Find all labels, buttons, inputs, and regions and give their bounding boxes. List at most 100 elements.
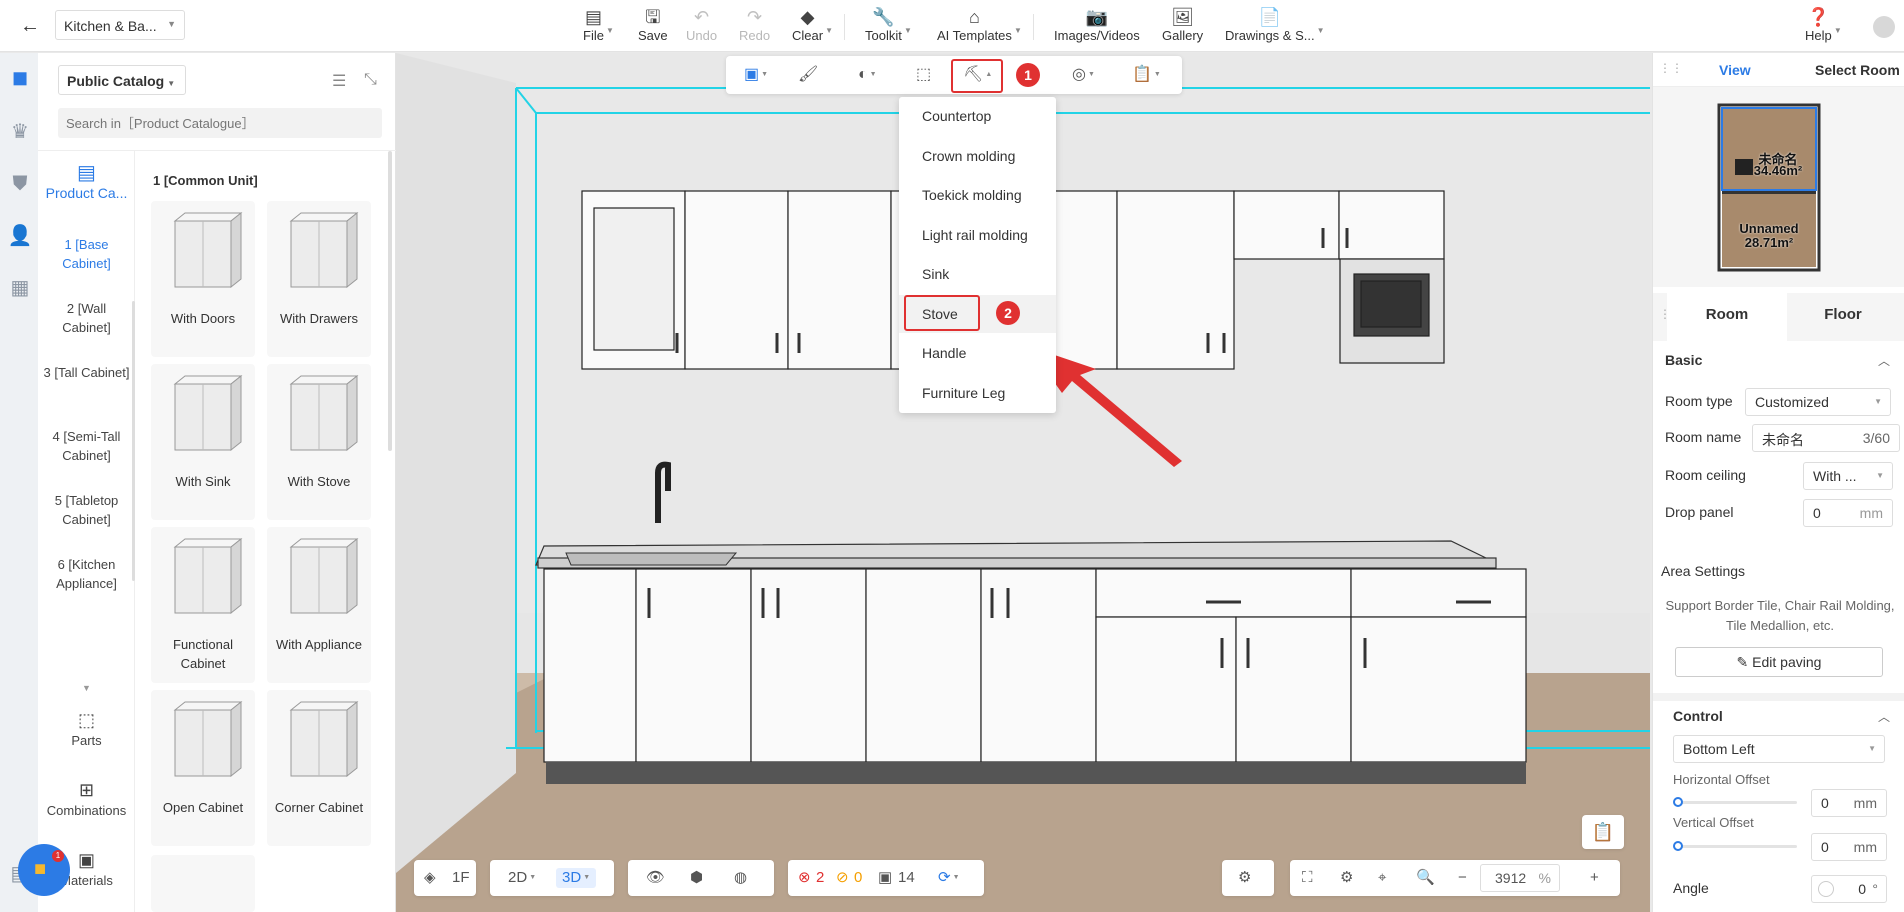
product-card[interactable]: With Doors	[151, 201, 255, 357]
menu-item-handle[interactable]: Handle	[899, 334, 1056, 372]
room-type-select[interactable]: Customized ▼	[1745, 388, 1891, 416]
menu-item-crown-molding[interactable]: Crown molding	[899, 137, 1056, 175]
menu-item-countertop[interactable]: Countertop	[899, 97, 1056, 135]
slider-knob[interactable]	[1673, 841, 1683, 851]
gallery-button[interactable]: 🖼 Gallery	[1162, 6, 1203, 43]
clipboard-panel-icon[interactable]: 📋	[1582, 815, 1624, 849]
category-item[interactable]: 1 [Base Cabinet]	[38, 233, 135, 297]
undo-button[interactable]: ↶ Undo	[686, 6, 717, 43]
collapse-icon[interactable]: ⤡	[364, 71, 377, 89]
tab-product-catalogue[interactable]: ▤ Product Ca...	[38, 161, 135, 201]
drop-panel-input[interactable]: 0 mm	[1803, 499, 1893, 527]
v-offset-input[interactable]: 0 mm	[1811, 833, 1887, 861]
file-button[interactable]: ▤ File ▼	[583, 6, 614, 43]
cabinet-icon[interactable]: ▦	[7, 275, 33, 301]
parts-button[interactable]: ⬚ Parts	[38, 709, 135, 748]
more-down-icon[interactable]: ▼	[38, 683, 135, 693]
help-button[interactable]: ❓ Help ▼	[1805, 6, 1842, 43]
anchor-select[interactable]: Bottom Left ▼	[1673, 735, 1885, 763]
product-card[interactable]: With Stove	[267, 364, 371, 520]
room-ceiling-select[interactable]: With ... ▼	[1803, 462, 1893, 490]
tab-select-room[interactable]: Select Room	[1815, 62, 1900, 78]
nav-scrollbar[interactable]	[132, 301, 135, 581]
product-card[interactable]: With Sink	[151, 364, 255, 520]
redo-button[interactable]: ↷ Redo	[739, 6, 770, 43]
chevron-down-icon: ▼	[606, 26, 614, 35]
combinations-button[interactable]: ⊞ Combinations	[38, 779, 135, 818]
settings-toggle[interactable]: ⚙	[1222, 860, 1274, 896]
product-card[interactable]: With Appliance	[267, 527, 371, 683]
catalog-scrollbar[interactable]	[388, 151, 392, 451]
mode-2d-button[interactable]: 2D ▼	[508, 868, 536, 888]
focus-icon[interactable]: ⌖	[1378, 868, 1386, 888]
back-arrow-icon[interactable]: ←	[14, 12, 46, 40]
select-tool-button[interactable]: ▣ ▼	[744, 64, 768, 86]
category-item[interactable]: 5 [Tabletop Cabinet]	[38, 489, 135, 553]
chevron-up-icon[interactable]: ︿	[1878, 352, 1890, 369]
floorplan-minimap[interactable]: 未命名 34.46m² Unnamed 28.71m²	[1653, 87, 1904, 287]
vip-shield-icon[interactable]: ⛊	[7, 171, 33, 197]
drawings-button[interactable]: 📄 Drawings & S... ▼	[1225, 6, 1325, 43]
eye-icon[interactable]: 👁	[646, 868, 665, 888]
target-tool-button[interactable]: ◎ ▼	[1072, 64, 1095, 86]
cube-icon[interactable]: ⬢	[690, 868, 703, 888]
product-card[interactable]: Corner Cabinet	[267, 690, 371, 846]
view-settings-icon[interactable]: ⚙	[1340, 868, 1353, 888]
sync-icon[interactable]: ⟳ ▼	[938, 868, 960, 888]
slider-knob[interactable]	[1673, 797, 1683, 807]
h-offset-input[interactable]: 0 mm	[1811, 789, 1887, 817]
tab-floor[interactable]: Floor	[1783, 293, 1903, 341]
tab-room[interactable]: Room	[1667, 293, 1787, 341]
crown-icon[interactable]: ♛	[7, 119, 33, 145]
category-item[interactable]: 6 [Kitchen Appliance]	[38, 553, 135, 617]
user-icon[interactable]: 👤	[7, 223, 33, 249]
ai-templates-button[interactable]: ⌂ AI Templates ▼	[937, 6, 1022, 43]
floor-selector[interactable]: ◈ 1F	[414, 860, 476, 896]
zoom-search-icon[interactable]: 🔍	[1416, 868, 1435, 888]
h-offset-slider[interactable]	[1673, 797, 1797, 807]
zoom-in-icon[interactable]: +	[1590, 868, 1599, 888]
product-card[interactable]: With Drawers	[267, 201, 371, 357]
angle-input[interactable]: 0 °	[1811, 875, 1887, 903]
group-select-button[interactable]: ⬚	[916, 64, 931, 86]
save-button[interactable]: 🖫 Save	[638, 6, 668, 43]
category-item[interactable]: 2 [Wall Cabinet]	[38, 297, 135, 361]
catalog-icon[interactable]: ◼	[7, 65, 33, 91]
menu-item-light-rail-molding[interactable]: Light rail molding	[899, 216, 1056, 254]
chevron-up-icon[interactable]: ︿	[1878, 708, 1890, 725]
gauge-icon[interactable]: ◍	[734, 868, 747, 888]
zoom-out-icon[interactable]: −	[1458, 868, 1467, 888]
menu-item-toekick-molding[interactable]: Toekick molding	[899, 176, 1056, 214]
document-title-select[interactable]: Kitchen & Ba... ▼	[55, 10, 185, 40]
drag-handle-icon[interactable]: ⋮⋮	[1659, 61, 1683, 75]
avatar[interactable]	[1873, 16, 1895, 38]
status-bar[interactable]: ⊗ 2 ⊘ 0 ▣ 14 ⟳ ▼	[788, 860, 984, 896]
product-card[interactable]: Functional Cabinet	[151, 527, 255, 683]
chevron-down-icon: ▼	[167, 19, 176, 29]
clear-button[interactable]: ◆ Clear ▼	[792, 6, 833, 43]
angle-dial-icon[interactable]	[1818, 881, 1834, 897]
catalog-source-select[interactable]: Public Catalog ▼	[58, 65, 186, 95]
zoom-input[interactable]: 3912 %	[1480, 864, 1560, 892]
paint-roller-button[interactable]: 🖌	[798, 64, 818, 86]
images-videos-button[interactable]: 📷 Images/Videos	[1054, 6, 1140, 43]
catalog-search-input[interactable]	[58, 108, 382, 138]
tab-view[interactable]: View	[1719, 62, 1751, 78]
room-name-input[interactable]: 未命名 3/60	[1752, 424, 1900, 452]
mode-3d-button[interactable]: 3D ▼	[556, 868, 597, 889]
product-card[interactable]	[151, 855, 255, 912]
toolkit-button[interactable]: 🔧 Toolkit ▼	[865, 6, 912, 43]
product-card[interactable]: Open Cabinet	[151, 690, 255, 846]
material-palette-button[interactable]: ◐ ▼	[858, 64, 877, 86]
category-item[interactable]: 3 [Tall Cabinet]	[38, 361, 135, 425]
category-item[interactable]: 4 [Semi-Tall Cabinet]	[38, 425, 135, 489]
items-count: 14	[898, 869, 915, 886]
menu-item-furniture-leg[interactable]: Furniture Leg	[899, 374, 1056, 412]
fit-view-icon[interactable]: ⛶	[1302, 868, 1313, 888]
edit-paving-button[interactable]: ✎ Edit paving	[1675, 647, 1883, 677]
support-chat-button[interactable]: ■ 1	[18, 844, 70, 896]
menu-item-sink[interactable]: Sink	[899, 255, 1056, 293]
list-view-icon[interactable]: ☰	[332, 71, 346, 91]
v-offset-slider[interactable]	[1673, 841, 1797, 851]
clipboard-button[interactable]: 📋 ▼	[1132, 64, 1161, 86]
